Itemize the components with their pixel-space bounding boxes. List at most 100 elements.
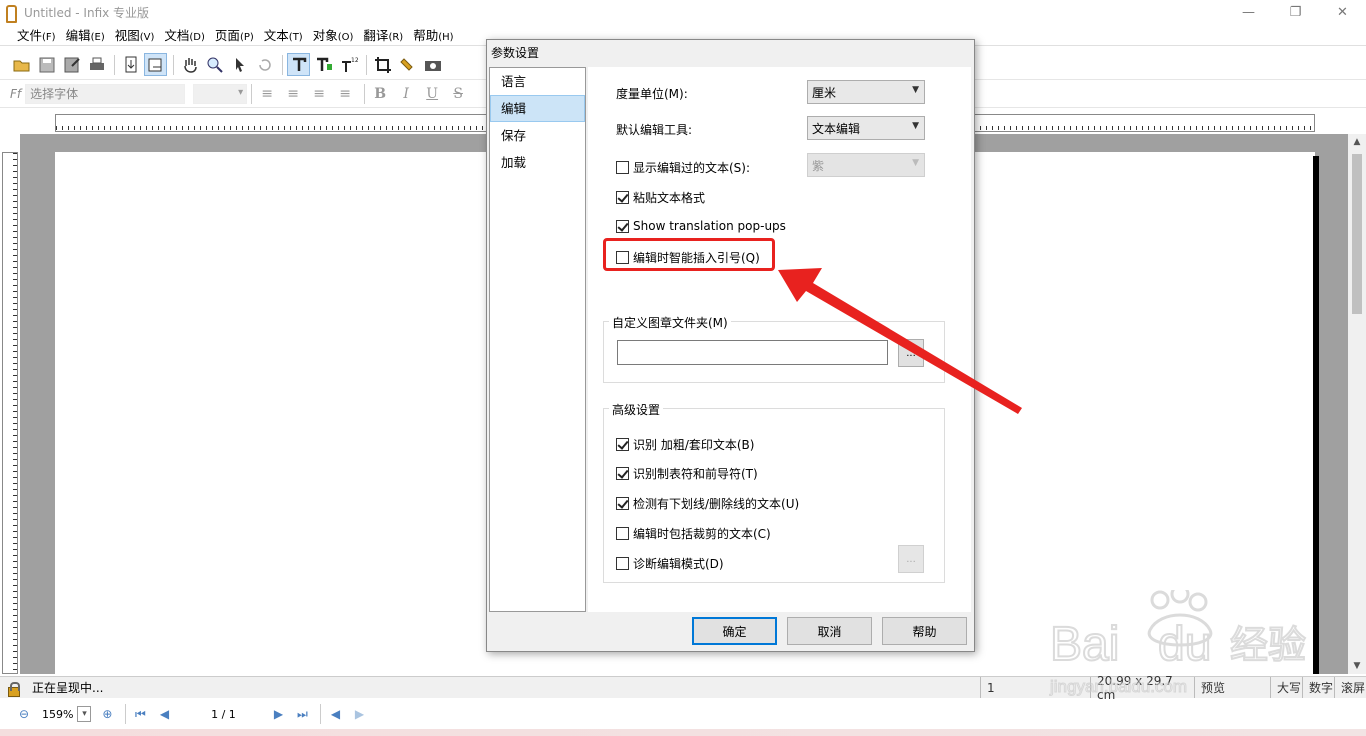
default-tool-value: 文本编辑 bbox=[812, 121, 861, 136]
scroll-down-icon[interactable]: ▼ bbox=[1348, 658, 1366, 674]
font-icon: Ff bbox=[10, 86, 22, 101]
close-button[interactable]: ✕ bbox=[1319, 0, 1366, 24]
checkbox-box[interactable] bbox=[616, 161, 629, 174]
text-edit-icon[interactable] bbox=[287, 53, 310, 76]
paste-format-checkbox[interactable]: 粘贴文本格式 bbox=[616, 189, 705, 206]
checkbox-box[interactable] bbox=[616, 438, 629, 451]
advanced-label: 高级设置 bbox=[609, 401, 664, 418]
save-icon[interactable] bbox=[35, 53, 58, 76]
back-icon[interactable]: ◀ bbox=[325, 704, 345, 724]
detect-underline-label: 检测有下划线/删除线的文本(U) bbox=[633, 497, 800, 511]
next-page-icon[interactable]: ▶ bbox=[268, 704, 288, 724]
font-select[interactable]: 选择字体 bbox=[25, 83, 186, 104]
italic-button[interactable]: I bbox=[395, 84, 417, 104]
checkbox-box[interactable] bbox=[616, 527, 629, 540]
category-language[interactable]: 语言 bbox=[490, 68, 585, 95]
detect-bold-label: 识别 加粗/套印文本(B) bbox=[633, 438, 755, 452]
diagnostic-mode-label: 诊断编辑模式(D) bbox=[633, 557, 724, 571]
scroll-up-icon[interactable]: ▲ bbox=[1348, 134, 1366, 150]
menu-page[interactable]: 页面(P) bbox=[210, 25, 259, 44]
text-box-icon[interactable] bbox=[312, 53, 335, 76]
justify-icon[interactable]: ≡ bbox=[334, 84, 356, 104]
show-edited-text-label: 显示编辑过的文本(S): bbox=[633, 161, 751, 175]
help-button[interactable]: 帮助 bbox=[882, 617, 967, 645]
hand-tool-icon[interactable] bbox=[178, 53, 201, 76]
zoom-out-icon[interactable]: ⊖ bbox=[14, 704, 34, 724]
show-edited-text-checkbox[interactable]: 显示编辑过的文本(S): bbox=[616, 159, 750, 176]
diagnostic-options-button[interactable]: ... bbox=[898, 545, 924, 573]
checkbox-box[interactable] bbox=[616, 557, 629, 570]
stamp-folder-input[interactable] bbox=[617, 340, 888, 365]
chevron-down-icon: ▼ bbox=[912, 158, 919, 168]
align-left-icon[interactable]: ≡ bbox=[256, 84, 278, 104]
camera-icon[interactable] bbox=[421, 53, 444, 76]
title-bar: Untitled - Infix 专业版 — ❐ ✕ bbox=[0, 0, 1366, 24]
svg-text:经验: 经验 bbox=[1230, 625, 1306, 667]
menu-edit[interactable]: 编辑(E) bbox=[61, 25, 110, 44]
maximize-button[interactable]: ❐ bbox=[1272, 0, 1319, 24]
crop-icon[interactable] bbox=[371, 53, 394, 76]
text-superscript-icon[interactable]: 123 bbox=[337, 53, 360, 76]
prev-page-icon[interactable]: ◀ bbox=[154, 704, 174, 724]
category-save[interactable]: 保存 bbox=[490, 122, 585, 149]
checkbox-box[interactable] bbox=[616, 467, 629, 480]
diagnostic-mode-checkbox[interactable]: 诊断编辑模式(D) bbox=[616, 555, 724, 572]
infix-app-icon bbox=[4, 4, 18, 23]
edited-color-value: 紫 bbox=[812, 158, 825, 173]
last-page-icon[interactable]: ⏭ bbox=[292, 704, 312, 724]
import-page-icon[interactable] bbox=[119, 53, 142, 76]
rotate-icon[interactable] bbox=[253, 53, 276, 76]
select-arrow-icon[interactable] bbox=[228, 53, 251, 76]
zoom-in-icon[interactable]: ⊕ bbox=[97, 704, 117, 724]
detect-underline-checkbox[interactable]: 检测有下划线/删除线的文本(U) bbox=[616, 495, 799, 512]
browse-button[interactable]: ... bbox=[898, 339, 924, 367]
menu-text[interactable]: 文本(T) bbox=[259, 25, 308, 44]
edited-color-select[interactable]: 紫 ▼ bbox=[807, 153, 925, 177]
menu-translate[interactable]: 翻译(R) bbox=[358, 25, 408, 44]
category-edit[interactable]: 编辑 bbox=[490, 95, 585, 122]
open-folder-icon[interactable] bbox=[10, 53, 33, 76]
vertical-ruler bbox=[2, 152, 18, 674]
measure-unit-select[interactable]: 厘米 ▼ bbox=[807, 80, 925, 104]
menu-file[interactable]: 文件(F) bbox=[12, 25, 61, 44]
translation-popups-checkbox[interactable]: Show translation pop-ups bbox=[616, 219, 786, 233]
font-size-select[interactable] bbox=[193, 83, 248, 104]
include-cropped-checkbox[interactable]: 编辑时包括裁剪的文本(C) bbox=[616, 525, 771, 542]
detect-tabs-checkbox[interactable]: 识别制表符和前导符(T) bbox=[616, 465, 758, 482]
taskbar-strip bbox=[0, 729, 1366, 736]
bold-button[interactable]: B bbox=[369, 84, 391, 104]
minimize-button[interactable]: — bbox=[1225, 0, 1272, 24]
checkbox-box[interactable] bbox=[616, 191, 629, 204]
save-as-icon[interactable] bbox=[60, 53, 83, 76]
link-icon[interactable] bbox=[396, 53, 419, 76]
menu-help[interactable]: 帮助(H) bbox=[408, 25, 458, 44]
measure-unit-label: 度量单位(M): bbox=[616, 87, 688, 101]
category-list: 语言 编辑 保存 加载 bbox=[489, 67, 586, 612]
forward-icon[interactable]: ▶ bbox=[349, 704, 369, 724]
window-title: Untitled - Infix 专业版 bbox=[24, 5, 150, 20]
first-page-icon[interactable]: ⏮ bbox=[130, 704, 150, 724]
fit-page-icon[interactable] bbox=[144, 53, 167, 76]
align-right-icon[interactable]: ≡ bbox=[308, 84, 330, 104]
ok-button[interactable]: 确定 bbox=[692, 617, 777, 645]
detect-bold-checkbox[interactable]: 识别 加粗/套印文本(B) bbox=[616, 436, 754, 453]
menu-object[interactable]: 对象(O) bbox=[308, 25, 359, 44]
menu-view[interactable]: 视图(V) bbox=[110, 25, 160, 44]
category-load[interactable]: 加载 bbox=[490, 149, 585, 176]
menu-document[interactable]: 文档(D) bbox=[159, 25, 210, 44]
svg-text:jingyan.baidu.com: jingyan.baidu.com bbox=[1049, 677, 1187, 696]
zoom-tool-icon[interactable] bbox=[203, 53, 226, 76]
page-indicator: 1 / 1 bbox=[211, 707, 236, 721]
checkbox-box[interactable] bbox=[616, 497, 629, 510]
strikethrough-button[interactable]: S bbox=[447, 84, 469, 104]
checkbox-box[interactable] bbox=[616, 219, 629, 233]
cancel-button[interactable]: 取消 bbox=[787, 617, 872, 645]
zoom-dropdown[interactable]: ▾ bbox=[77, 706, 92, 722]
print-icon[interactable] bbox=[85, 53, 108, 76]
scroll-thumb[interactable] bbox=[1352, 154, 1362, 314]
align-center-icon[interactable]: ≡ bbox=[282, 84, 304, 104]
default-tool-select[interactable]: 文本编辑 ▼ bbox=[807, 116, 925, 140]
nav-separator bbox=[125, 704, 127, 724]
underline-button[interactable]: U bbox=[421, 84, 443, 104]
vertical-scrollbar[interactable]: ▲ ▼ bbox=[1348, 134, 1366, 674]
